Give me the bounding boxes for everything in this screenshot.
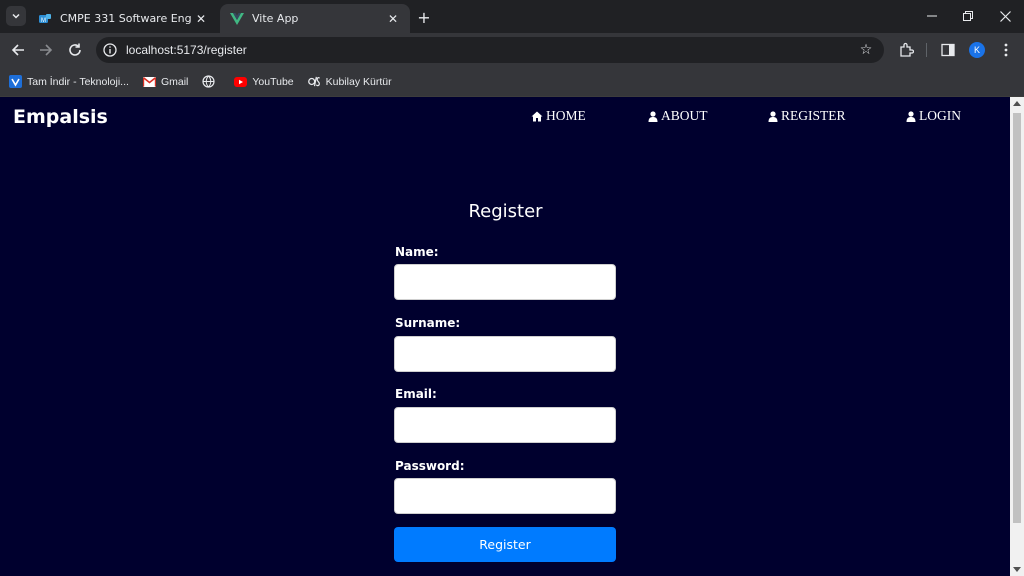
chevron-down-icon (12, 13, 20, 19)
bookmark-kubilay[interactable]: Kubilay Kürtür (307, 75, 392, 88)
email-input[interactable] (394, 407, 616, 443)
minimize-button[interactable] (914, 4, 950, 28)
surname-input[interactable] (394, 336, 616, 372)
arrow-left-icon (11, 44, 24, 56)
close-icon (999, 10, 1011, 22)
restore-icon (963, 11, 973, 21)
password-label: Password: (395, 459, 465, 473)
reload-icon (69, 43, 81, 56)
nav-label: ABOUT (661, 108, 708, 123)
arrow-right-icon (40, 44, 53, 56)
nav-register[interactable]: REGISTER (768, 108, 846, 124)
bookmark-label: YouTube (252, 75, 294, 88)
bookmark-label: Tam İndir - Teknoloji... (27, 75, 129, 88)
bookmark-globe[interactable] (202, 75, 220, 88)
tab-vite-app[interactable]: Vite App ✕ (220, 4, 410, 33)
name-input[interactable] (394, 264, 616, 300)
page-scrollbar[interactable] (1010, 97, 1024, 576)
youtube-icon (234, 75, 248, 88)
vue-logo-icon (230, 12, 244, 26)
svg-text:M: M (41, 18, 46, 24)
nav-about[interactable]: ABOUT (648, 108, 708, 124)
nav-home[interactable]: HOME (531, 108, 586, 124)
password-input[interactable] (394, 478, 616, 514)
tab-title: CMPE 331 Software Engineering (60, 12, 192, 25)
bookmark-gmail[interactable]: Gmail (142, 75, 189, 88)
restore-button[interactable] (950, 4, 986, 28)
globe-icon (202, 75, 215, 88)
user-icon (648, 110, 658, 122)
forward-button[interactable] (35, 39, 57, 61)
bookmark-label: Gmail (160, 75, 189, 88)
toolbar-divider (926, 43, 927, 57)
form-title: Register (468, 201, 543, 222)
side-panel-icon[interactable] (939, 41, 957, 59)
extensions-icon[interactable] (897, 41, 915, 59)
close-tab-icon[interactable]: ✕ (384, 10, 402, 28)
register-submit-button[interactable]: Register (394, 527, 616, 562)
tab-search-button[interactable] (6, 6, 26, 26)
reload-button[interactable] (64, 39, 86, 61)
bookmark-star-icon[interactable]: ☆ (858, 42, 874, 58)
back-button[interactable] (7, 39, 29, 61)
user-icon (768, 110, 778, 122)
bookmark-label: Kubilay Kürtür (325, 75, 392, 88)
scroll-down-arrow-icon[interactable] (1013, 567, 1021, 572)
page-viewport: Empalsis HOME ABOUT REGISTER LOGIN Regis… (0, 97, 1010, 576)
tab-strip: M CMPE 331 Software Engineering ✕ Vite A… (0, 0, 1024, 33)
tab-title: Vite App (252, 12, 299, 25)
minimize-icon (927, 15, 937, 17)
user-icon (906, 110, 916, 122)
nav-label: HOME (546, 108, 586, 123)
nav-label: REGISTER (781, 108, 846, 123)
nav-login[interactable]: LOGIN (906, 108, 961, 124)
email-label: Email: (395, 387, 437, 401)
close-tab-icon[interactable]: ✕ (192, 10, 210, 28)
bookmark-youtube[interactable]: YouTube (234, 75, 294, 88)
site-info-icon[interactable] (102, 42, 118, 58)
name-label: Name: (395, 245, 439, 259)
scroll-up-arrow-icon[interactable] (1013, 101, 1021, 106)
brand-logo[interactable]: Empalsis (13, 106, 108, 128)
address-bar[interactable]: localhost:5173/register ☆ (96, 37, 884, 63)
profile-avatar[interactable]: K (969, 42, 985, 58)
bookmark-tamindir[interactable]: Tam İndir - Teknoloji... (9, 75, 129, 88)
new-tab-button[interactable]: + (414, 8, 434, 27)
url-text: localhost:5173/register (126, 43, 247, 57)
close-window-button[interactable] (987, 4, 1023, 28)
kubilay-logo-icon (307, 75, 321, 88)
bookmarks-bar: Tam İndir - Teknoloji... Gmail YouTube K… (0, 67, 1024, 97)
kebab-menu-icon[interactable] (997, 41, 1015, 59)
teams-icon: M (38, 12, 52, 26)
nav-label: LOGIN (919, 108, 961, 123)
surname-label: Surname: (395, 316, 461, 330)
browser-toolbar: localhost:5173/register ☆ K (0, 33, 1024, 67)
gmail-icon (142, 75, 156, 88)
tab-cmpe[interactable]: M CMPE 331 Software Engineering ✕ (28, 4, 218, 33)
home-icon (531, 111, 543, 122)
scrollbar-thumb[interactable] (1013, 113, 1021, 523)
tamindir-icon (9, 75, 22, 88)
